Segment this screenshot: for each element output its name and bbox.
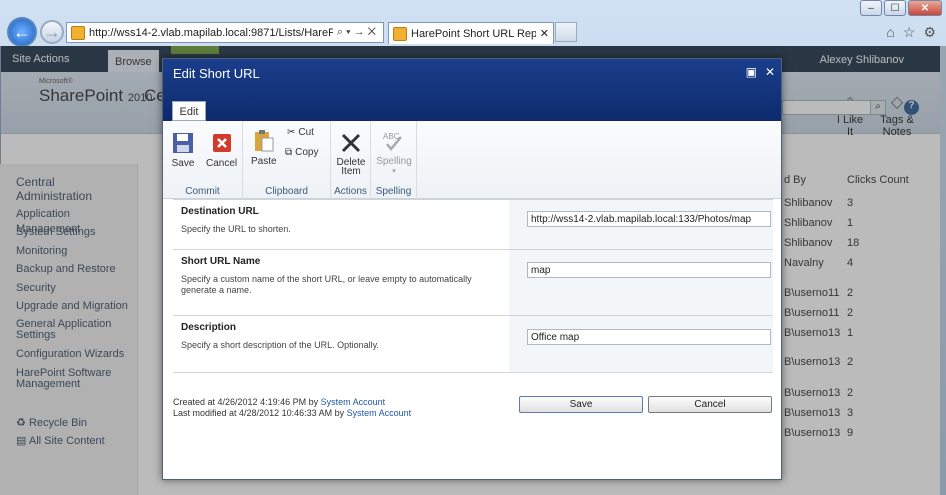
field-label: Short URL Name — [181, 256, 261, 267]
field-input-area — [509, 200, 773, 249]
commit-group-label: Commit — [185, 186, 220, 197]
close-icon[interactable]: ✕ — [765, 65, 775, 79]
tab-close-icon[interactable]: ✕ — [540, 27, 549, 40]
destination-url-input[interactable] — [527, 211, 771, 227]
save-button[interactable]: Save — [519, 396, 643, 413]
address-text: http://wss14-2.vlab.mapilab.local:9871/L… — [89, 26, 333, 39]
field-label: Destination URL — [181, 206, 259, 217]
home-icon[interactable]: ⌂ — [886, 24, 894, 41]
cancel-button[interactable]: Cancel — [648, 396, 772, 413]
spelling-group: ABC Spelling ▾ Spelling — [371, 121, 417, 199]
clipboard-group: Paste ✂ Cut ⧉ Copy Clipboard — [243, 121, 331, 199]
modified-by-link[interactable]: System Account — [347, 408, 412, 418]
spelling-label: Spelling — [376, 156, 412, 167]
copy-label: Copy — [295, 147, 319, 158]
favicon-icon — [71, 25, 85, 40]
delete-item-button[interactable]: Delete Item — [335, 131, 367, 177]
spelling-dropdown-icon: ▾ — [392, 168, 396, 175]
field-label-block: Description Specify a short description o… — [173, 316, 509, 372]
paste-button[interactable]: Paste — [251, 129, 277, 167]
delete-label-2: Item — [341, 166, 361, 177]
cut-button[interactable]: ✂ Cut — [287, 127, 314, 138]
maximize-icon[interactable]: ▣ — [746, 65, 757, 79]
tab-edit[interactable]: Edit — [172, 101, 206, 121]
forward-arrow-icon[interactable]: → — [40, 20, 64, 44]
field-short-url-name: Short URL Name Specify a custom name of t… — [173, 249, 773, 315]
item-metadata: Created at 4/26/2012 4:19:46 PM by Syste… — [173, 397, 411, 419]
field-label-block: Short URL Name Specify a custom name of t… — [173, 250, 509, 315]
description-input[interactable] — [527, 329, 771, 345]
clipboard-group-label: Clipboard — [265, 186, 308, 197]
save-ribbon-label: Save — [171, 158, 195, 169]
ribbon: Save Cancel Commit Paste ✂ Cut ⧉ Copy Clip… — [163, 121, 781, 199]
copy-button[interactable]: ⧉ Copy — [285, 147, 319, 158]
browser-tab[interactable]: HarePoint Short URL Replac... ✕ — [388, 22, 554, 44]
cut-label: Cut — [298, 127, 314, 138]
address-tools-icon[interactable]: ⌕▾→✕ — [337, 26, 379, 39]
field-desc: Specify the URL to shorten. — [181, 224, 291, 234]
spelling-abc-icon: ABC — [383, 132, 402, 151]
back-arrow-icon[interactable]: ← — [7, 17, 37, 47]
field-label-block: Destination URL Specify the URL to shorte… — [173, 200, 509, 249]
form: Destination URL Specify the URL to shorte… — [173, 199, 773, 373]
tab-title: HarePoint Short URL Replac... — [411, 27, 536, 40]
actions-group-label: Actions — [334, 186, 367, 197]
minimize-button[interactable]: – — [860, 0, 882, 16]
short-url-name-input[interactable] — [527, 262, 771, 278]
cancel-ribbon-label: Cancel — [206, 158, 238, 169]
scissors-icon: ✂ — [287, 127, 296, 138]
field-desc: Specify a short description of the URL. … — [181, 340, 379, 350]
created-text: Created at 4/26/2012 4:19:46 PM by — [173, 397, 321, 407]
paste-clipboard-icon — [254, 130, 274, 152]
address-bar[interactable]: http://wss14-2.vlab.mapilab.local:9871/L… — [66, 22, 384, 43]
commit-group: Save Cancel Commit — [163, 121, 243, 199]
modified-text: Last modified at 4/28/2012 10:46:33 AM b… — [173, 408, 347, 418]
created-by-link[interactable]: System Account — [321, 397, 386, 407]
spelling-button[interactable]: ABC Spelling ▾ — [374, 129, 414, 175]
delete-x-icon — [341, 133, 361, 153]
save-ribbon-button[interactable]: Save — [171, 131, 195, 169]
spelling-group-label: Spelling — [375, 186, 412, 197]
close-window-button[interactable]: ✕ — [908, 0, 942, 16]
paste-label: Paste — [251, 156, 277, 167]
field-desc: Specify a custom name of the short URL, … — [181, 274, 472, 295]
cancel-x-icon — [212, 134, 231, 152]
field-input-area — [509, 316, 773, 372]
dialog-title: Edit Short URL — [173, 66, 260, 81]
cancel-ribbon-button[interactable]: Cancel — [206, 131, 237, 169]
settings-gear-icon[interactable]: ⚙ — [923, 24, 936, 41]
edit-short-url-dialog: Edit Short URL ▣ ✕ Edit Save Cancel Comm… — [162, 58, 782, 480]
field-label: Description — [181, 322, 237, 333]
field-destination-url: Destination URL Specify the URL to shorte… — [173, 199, 773, 249]
field-description: Description Specify a short description o… — [173, 315, 773, 373]
floppy-disk-icon — [173, 133, 193, 153]
new-tab-button[interactable] — [555, 22, 577, 42]
copy-icon: ⧉ — [285, 147, 293, 158]
tab-favicon-icon — [393, 26, 407, 41]
window-controls: – ☐ ✕ — [860, 0, 942, 16]
actions-group: Delete Item Actions — [331, 121, 371, 199]
dialog-controls: ▣ ✕ — [746, 65, 775, 79]
dialog-titlebar: Edit Short URL ▣ ✕ Edit — [163, 59, 781, 121]
favorites-star-icon[interactable]: ☆ — [903, 24, 916, 41]
field-input-area — [509, 250, 773, 315]
maximize-button[interactable]: ☐ — [884, 0, 906, 16]
browser-tools: ⌂ ☆ ⚙ — [886, 24, 936, 41]
